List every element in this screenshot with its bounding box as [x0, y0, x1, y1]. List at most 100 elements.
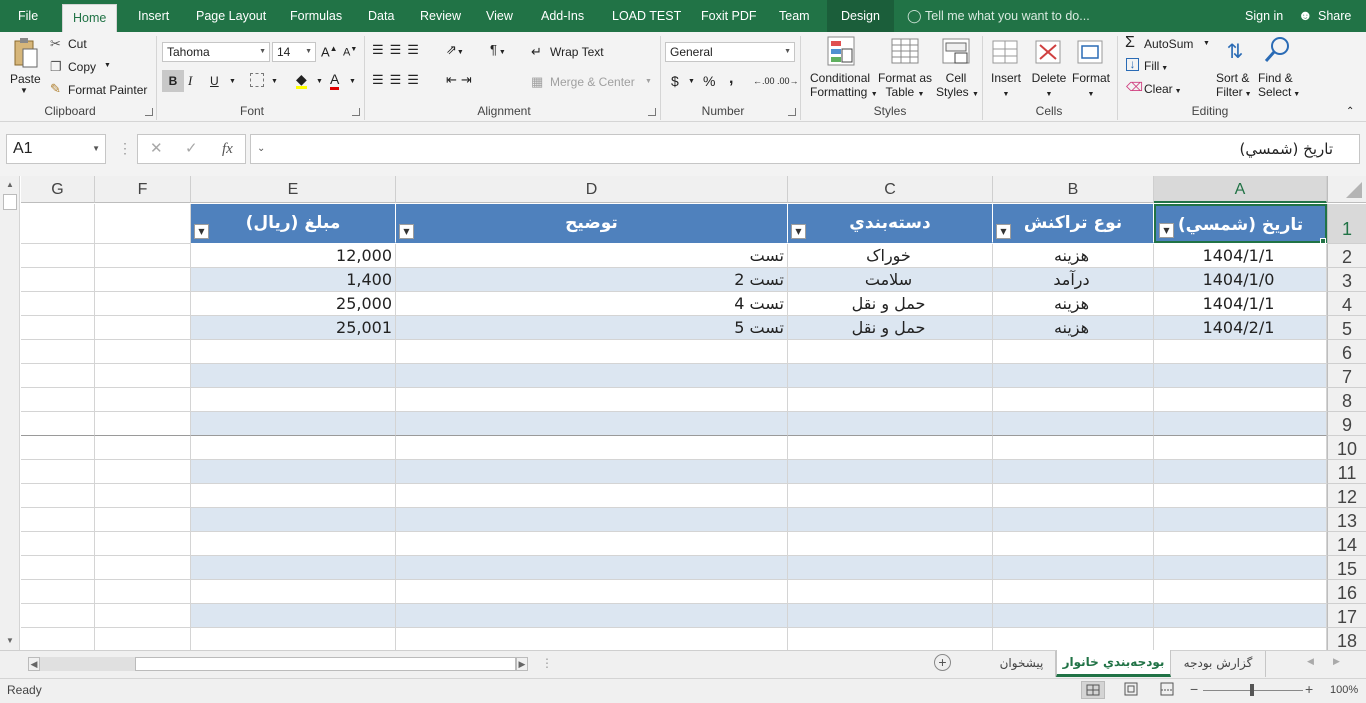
tab-foxit-pdf[interactable]: Foxit PDF: [691, 0, 767, 32]
cell-e8[interactable]: [191, 388, 396, 412]
cell-d14[interactable]: [396, 532, 788, 556]
scroll-down-icon[interactable]: ▼: [6, 636, 14, 645]
cell-a5[interactable]: 1404/2/1: [1154, 316, 1327, 340]
table-header-category[interactable]: دسته‌بندي ▼: [788, 204, 993, 243]
cell-c9[interactable]: [788, 412, 993, 436]
percent-button[interactable]: %: [703, 73, 715, 89]
select-all-corner[interactable]: [1327, 176, 1366, 203]
format-cells-button[interactable]: Format ▼: [1071, 71, 1111, 99]
cell-e15[interactable]: [191, 556, 396, 580]
tab-addins[interactable]: Add-Ins: [531, 0, 594, 32]
font-size-select[interactable]: 14 ▼: [272, 42, 316, 62]
orientation-icon[interactable]: ⇗▼: [446, 42, 464, 58]
formula-input[interactable]: تاريخ (شمسي) ⌄: [250, 134, 1360, 164]
filter-dropdown-icon[interactable]: ▼: [194, 224, 209, 239]
cell-a12[interactable]: [1154, 484, 1327, 508]
tab-load-test[interactable]: LOAD TEST: [602, 0, 691, 32]
decrease-decimal-icon[interactable]: .00→: [777, 76, 799, 86]
cell-d5[interactable]: تست 5: [396, 316, 788, 340]
format-cells-icon[interactable]: [1075, 36, 1105, 68]
tab-file[interactable]: File: [8, 0, 48, 32]
copy-button[interactable]: Copy: [68, 60, 96, 74]
wrap-text-button[interactable]: Wrap Text: [550, 45, 604, 59]
cell-f11[interactable]: [95, 460, 191, 484]
cell-c14[interactable]: [788, 532, 993, 556]
cell-a17[interactable]: [1154, 604, 1327, 628]
merge-center-button[interactable]: Merge & Center: [550, 75, 635, 89]
font-color-dropdown-icon[interactable]: ▼: [349, 78, 356, 85]
cell-a14[interactable]: [1154, 532, 1327, 556]
merge-dropdown-icon[interactable]: ▼: [645, 78, 652, 85]
sort-filter-button[interactable]: Sort & Filter ▼: [1216, 71, 1252, 99]
cell-e10[interactable]: [191, 436, 396, 460]
cell-styles-icon[interactable]: [940, 34, 972, 68]
tab-review[interactable]: Review: [410, 0, 471, 32]
row-header-16[interactable]: 16: [1327, 580, 1366, 604]
cell-d12[interactable]: [396, 484, 788, 508]
number-launcher-icon[interactable]: [788, 108, 796, 116]
font-color-icon[interactable]: A: [330, 72, 340, 90]
cell-f2[interactable]: [95, 244, 191, 268]
rtl-icon[interactable]: ¶ ▼: [490, 42, 506, 57]
bold-button[interactable]: B: [162, 70, 184, 92]
cell-a7[interactable]: [1154, 364, 1327, 388]
cell-f15[interactable]: [95, 556, 191, 580]
cell-d13[interactable]: [396, 508, 788, 532]
italic-button[interactable]: I: [188, 70, 202, 92]
vertical-align-icons[interactable]: ☰☰☰: [372, 42, 425, 58]
cell-g9[interactable]: [21, 412, 95, 436]
fill-button[interactable]: Fill ▼: [1144, 59, 1168, 73]
cell-d4[interactable]: تست 4: [396, 292, 788, 316]
cell-d8[interactable]: [396, 388, 788, 412]
cell-f12[interactable]: [95, 484, 191, 508]
fill-color-icon[interactable]: ◆: [296, 72, 307, 89]
cell-f6[interactable]: [95, 340, 191, 364]
cell-f18[interactable]: [95, 628, 191, 652]
scroll-thumb[interactable]: [3, 194, 17, 210]
tab-design[interactable]: Design: [827, 0, 894, 32]
sheet-tab-budget-report[interactable]: گزارش بودجه: [1171, 651, 1266, 677]
sheet-tab-dashboard[interactable]: پيشخوان: [988, 651, 1056, 677]
cell-c10[interactable]: [788, 436, 993, 460]
cell-b6[interactable]: [993, 340, 1154, 364]
clear-button[interactable]: Clear ▼: [1144, 82, 1182, 96]
cell-d6[interactable]: [396, 340, 788, 364]
cell-e3[interactable]: 1,400: [191, 268, 396, 292]
comma-button[interactable]: ,: [729, 70, 733, 88]
row-header-7[interactable]: 7: [1327, 364, 1366, 388]
collapse-ribbon-icon[interactable]: ⌃: [1346, 106, 1354, 117]
col-header-f[interactable]: F: [95, 176, 191, 203]
number-format-select[interactable]: General ▼: [665, 42, 795, 62]
find-select-button[interactable]: Find & Select ▼: [1258, 71, 1300, 99]
row-header-15[interactable]: 15: [1327, 556, 1366, 580]
cell-f13[interactable]: [95, 508, 191, 532]
cell-d9[interactable]: [396, 412, 788, 436]
fill-color-dropdown-icon[interactable]: ▼: [316, 78, 323, 85]
cell-f3[interactable]: [95, 268, 191, 292]
cell-g18[interactable]: [21, 628, 95, 652]
table-header-date[interactable]: تاريخ (شمسي) ▼: [1154, 204, 1327, 243]
row-header-1[interactable]: 1: [1327, 204, 1366, 244]
cell-g12[interactable]: [21, 484, 95, 508]
filter-dropdown-icon[interactable]: ▼: [399, 224, 414, 239]
tab-home[interactable]: Home: [62, 4, 118, 32]
cell-e18[interactable]: [191, 628, 396, 652]
cell-c16[interactable]: [788, 580, 993, 604]
zoom-slider-thumb[interactable]: [1250, 684, 1254, 696]
horizontal-align-icons[interactable]: ☰☰☰: [372, 72, 425, 88]
cell-a4[interactable]: 1404/1/1: [1154, 292, 1327, 316]
row-header-9[interactable]: 9: [1327, 412, 1366, 436]
clipboard-launcher-icon[interactable]: [145, 108, 153, 116]
cell-a15[interactable]: [1154, 556, 1327, 580]
cut-button[interactable]: Cut: [68, 37, 87, 51]
cell-g6[interactable]: [21, 340, 95, 364]
cell-c8[interactable]: [788, 388, 993, 412]
cell-b7[interactable]: [993, 364, 1154, 388]
zoom-level[interactable]: 100%: [1330, 684, 1358, 696]
cell-a18[interactable]: [1154, 628, 1327, 652]
cell-c11[interactable]: [788, 460, 993, 484]
col-header-g[interactable]: G: [21, 176, 95, 203]
cell-f1[interactable]: [95, 204, 191, 244]
underline-button[interactable]: U: [210, 70, 219, 92]
autosum-dropdown-icon[interactable]: ▼: [1203, 40, 1210, 47]
